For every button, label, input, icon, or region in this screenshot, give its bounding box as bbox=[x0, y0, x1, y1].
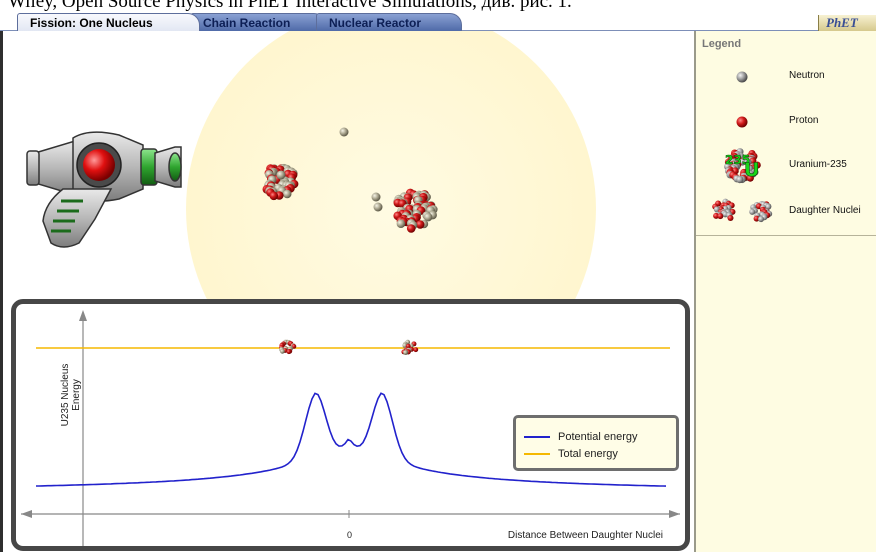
graph-daughter-nucleus-right bbox=[401, 339, 419, 355]
potential-energy-swatch bbox=[524, 436, 550, 439]
x-axis-arrow-right bbox=[669, 510, 680, 518]
caption-strip: Wiley, Open Source Physics in PhET Inter… bbox=[0, 0, 876, 13]
legend-total-energy: Total energy bbox=[524, 447, 618, 461]
tab-nuclear-reactor[interactable]: Nuclear Reactor bbox=[316, 13, 462, 31]
total-energy-label: Total energy bbox=[558, 448, 618, 460]
free-neutron bbox=[373, 202, 383, 212]
x-axis-label: Distance Between Daughter Nuclei bbox=[507, 530, 663, 541]
play-area: U235 Nucleus Energy 0 Distance Between D… bbox=[0, 31, 696, 552]
free-neutron bbox=[371, 192, 381, 202]
legend-neutron-label: Neutron bbox=[789, 70, 825, 81]
legend-panel: Legend Neutron Proton 235 U Uranium-235 D… bbox=[696, 31, 876, 552]
energy-graph-panel: U235 Nucleus Energy 0 Distance Between D… bbox=[11, 299, 690, 551]
uranium-235-icon: 235U bbox=[724, 148, 761, 184]
x-axis-arrow-left bbox=[21, 510, 32, 518]
phet-logo[interactable]: PhET bbox=[818, 15, 876, 31]
energy-graph-legend: Potential energy Total energy bbox=[513, 415, 679, 471]
x-zero-label: 0 bbox=[347, 530, 353, 540]
tab-bar: Fission: One Nucleus Chain Reaction Nucl… bbox=[0, 13, 876, 31]
legend-title: Legend bbox=[702, 38, 742, 50]
legend-daughter-nuclei-label: Daughter Nuclei bbox=[789, 205, 861, 216]
graph-daughter-nucleus-left bbox=[279, 339, 297, 355]
neutron-icon bbox=[736, 71, 748, 83]
free-neutron bbox=[339, 127, 349, 137]
legend-potential-energy: Potential energy bbox=[524, 430, 638, 444]
legend-box: Legend Neutron Proton 235 U Uranium-235 D… bbox=[696, 31, 876, 236]
tab-fission-one-nucleus[interactable]: Fission: One Nucleus bbox=[17, 13, 200, 31]
neutron-gun[interactable] bbox=[26, 131, 182, 248]
total-energy-swatch bbox=[524, 453, 550, 456]
proton-icon bbox=[736, 116, 748, 128]
y-axis-label: U235 Nucleus Energy bbox=[60, 363, 82, 427]
legend-proton-label: Proton bbox=[789, 115, 819, 126]
daughter-nuclei-icon bbox=[712, 198, 736, 221]
svg-text:U: U bbox=[744, 159, 759, 181]
free-neutron bbox=[276, 170, 286, 180]
daughter-nuclei-icon bbox=[749, 201, 773, 223]
tab-chain-reaction[interactable]: Chain Reaction bbox=[190, 13, 326, 31]
potential-energy-label: Potential energy bbox=[558, 431, 638, 443]
caption-text: Wiley, Open Source Physics in PhET Inter… bbox=[8, 0, 572, 12]
y-axis-arrow bbox=[79, 310, 87, 321]
legend-uranium-235-label: Uranium-235 bbox=[789, 159, 847, 170]
